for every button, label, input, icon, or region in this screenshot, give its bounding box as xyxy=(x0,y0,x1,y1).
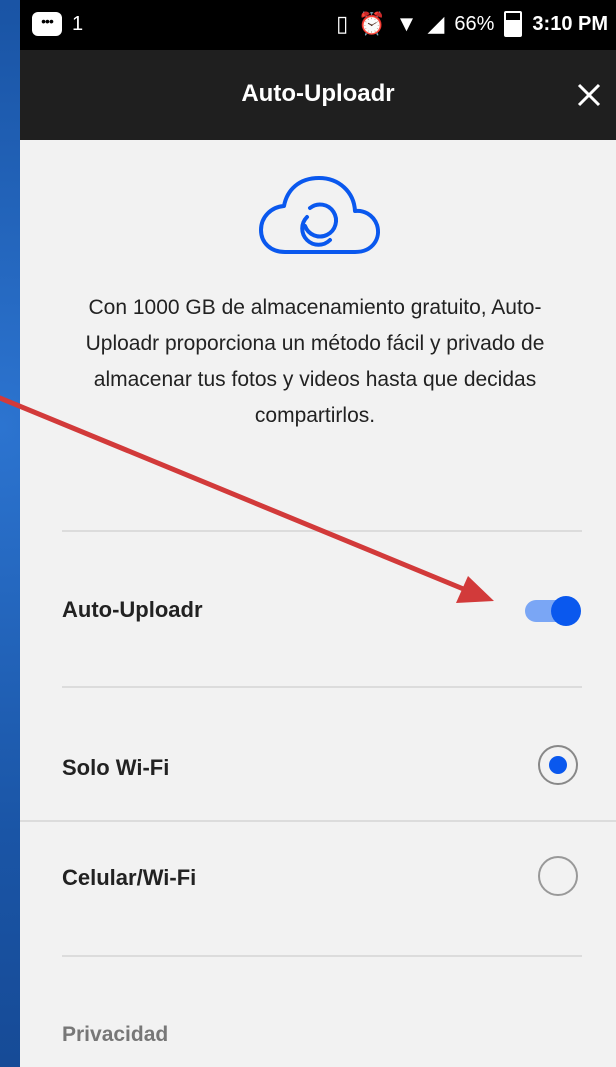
toggle-knob xyxy=(551,596,581,626)
phone-screen: 1 ▯ ⏰ ▼ ◢ 66% 3:10 PM Auto-Uploadr Con 1… xyxy=(20,0,616,1067)
auto-uploadr-toggle[interactable] xyxy=(525,596,581,626)
wifi-icon: ▼ xyxy=(395,11,418,36)
auto-uploadr-label: Auto-Uploadr xyxy=(62,597,203,622)
notification-count: 1 xyxy=(72,12,84,35)
divider xyxy=(20,820,616,822)
divider xyxy=(62,530,582,532)
close-icon[interactable] xyxy=(572,78,606,112)
battery-percent: 66% xyxy=(454,12,495,35)
battery-icon xyxy=(504,11,523,37)
app-header: Auto-Uploadr xyxy=(20,50,616,140)
divider xyxy=(62,955,582,957)
vibrate-icon: ▯ xyxy=(336,11,349,36)
cellular-wifi-label: Celular/Wi-Fi xyxy=(62,865,197,890)
divider xyxy=(62,686,582,688)
status-bar: 1 ▯ ⏰ ▼ ◢ 66% 3:10 PM xyxy=(20,0,616,50)
alarm-icon: ⏰ xyxy=(358,11,386,36)
signal-icon: ◢ xyxy=(427,11,445,36)
feature-description: Con 1000 GB de almacenamiento gratuito, … xyxy=(85,296,545,427)
privacy-section-title: Privacidad xyxy=(62,1023,169,1046)
wifi-only-radio[interactable] xyxy=(538,745,578,785)
message-icon xyxy=(32,12,62,36)
wifi-only-label: Solo Wi-Fi xyxy=(62,755,170,780)
cellular-wifi-radio[interactable] xyxy=(538,856,578,896)
clock: 3:10 PM xyxy=(532,12,608,35)
page-title: Auto-Uploadr xyxy=(241,80,395,107)
cloud-sync-icon xyxy=(259,176,380,254)
